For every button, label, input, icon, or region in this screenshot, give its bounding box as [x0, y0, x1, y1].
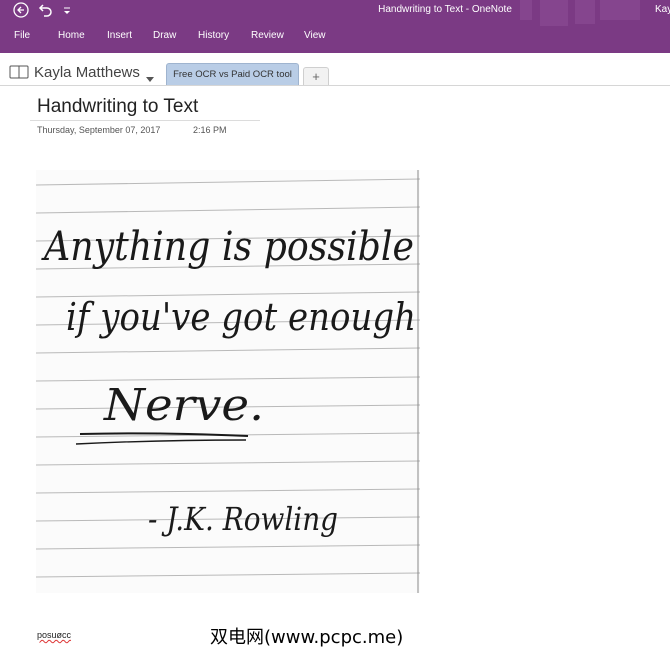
- ribbon-tab-view[interactable]: View: [304, 29, 326, 43]
- handwriting-line: Anything is possible: [40, 224, 414, 270]
- ribbon-tab-file[interactable]: File: [14, 29, 30, 43]
- chevron-down-icon[interactable]: [145, 70, 155, 88]
- notebook-bar: Kayla Matthews Free OCR vs Paid OCR tool…: [0, 53, 670, 86]
- watermark: 双电网(www.pcpc.me): [210, 627, 404, 648]
- handwriting-line: Nerve.: [103, 380, 264, 431]
- ribbon-tab-home[interactable]: Home: [58, 29, 85, 43]
- notebook-name[interactable]: Kayla Matthews: [34, 64, 140, 82]
- notebook-icon[interactable]: [9, 65, 29, 84]
- ribbon-tab-review[interactable]: Review: [251, 29, 284, 43]
- ribbon-tab-history[interactable]: History: [198, 29, 229, 43]
- customize-toolbar-icon[interactable]: [60, 2, 74, 18]
- back-arrow-icon[interactable]: [12, 2, 30, 18]
- title-bar: Handwriting to Text - OneNote Kayla Matt…: [0, 0, 670, 53]
- account-name[interactable]: Kayla Matthews: [655, 3, 670, 17]
- handwriting-line: - J.K. Rowling: [148, 500, 338, 538]
- page-title[interactable]: Handwriting to Text: [37, 95, 198, 119]
- window-title: Handwriting to Text - OneNote: [378, 4, 512, 15]
- undo-icon[interactable]: [36, 2, 54, 18]
- add-section-button[interactable]: +: [303, 67, 329, 85]
- page-date: Thursday, September 07, 2017: [37, 125, 161, 135]
- title-divider: [30, 120, 260, 121]
- decorative-pattern: [575, 0, 595, 24]
- ocr-result-text[interactable]: posuøcc: [37, 629, 71, 641]
- ribbon-tab-insert[interactable]: Insert: [107, 29, 132, 43]
- handwriting-line: if you've got enough: [66, 295, 416, 339]
- decorative-pattern: [600, 0, 640, 20]
- handwriting-image[interactable]: Anything is possible if you've got enoug…: [35, 170, 421, 593]
- section-tab[interactable]: Free OCR vs Paid OCR tool: [166, 63, 299, 85]
- ribbon-tab-draw[interactable]: Draw: [153, 29, 176, 43]
- page-time: 2:16 PM: [193, 125, 227, 135]
